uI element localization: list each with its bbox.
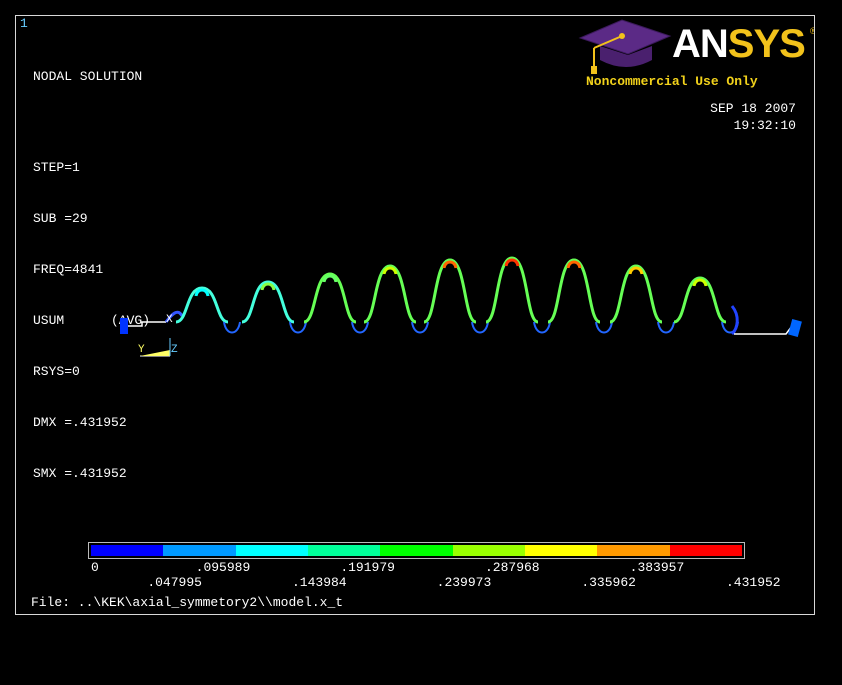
bellows-loop-9 — [673, 276, 727, 324]
legend-label-bottom-2: .143984 — [292, 575, 347, 590]
bellows-loop-peak-9 — [692, 278, 708, 287]
bellows-trough-8 — [657, 321, 675, 334]
bellows-loop-peak-6 — [504, 258, 520, 267]
axis-y-label: Y — [138, 344, 145, 356]
legend-label-bottom-3: .239973 — [436, 575, 492, 590]
legend-color-segment-7 — [524, 545, 598, 556]
bellows-loop-peak-8 — [628, 266, 644, 275]
graphics-window[interactable]: 1 NODAL SOLUTION STEP=1 SUB =29 FREQ=484… — [15, 15, 815, 615]
bellows-loop-peak-2 — [260, 282, 276, 291]
legend-label-bottom-5: .431952 — [726, 575, 781, 590]
bellows-loop-1 — [175, 286, 229, 324]
legend-color-segment-4 — [307, 545, 381, 556]
bellows-loops — [175, 256, 739, 334]
bellows-loop-peak-7 — [566, 260, 582, 269]
legend-color-segment-9 — [669, 545, 742, 556]
contour-legend-bar — [88, 542, 745, 559]
left-end-fixture — [120, 318, 128, 334]
bellows-loop-peak-4 — [382, 266, 398, 275]
model-file-path: File: ..\KEK\axial_symmetory2\\model.x_t — [31, 595, 344, 610]
bellows-loop-5 — [423, 258, 477, 324]
legend-label-bottom-1: .047995 — [147, 575, 202, 590]
axis-z-label: Z — [171, 344, 178, 356]
legend-label-top-3: .191979 — [340, 560, 395, 575]
bellows-loop-2 — [241, 280, 295, 324]
bellows-loop-peak-5 — [442, 260, 458, 269]
bellows-loop-8 — [609, 264, 663, 324]
right-end-fixture — [788, 318, 802, 338]
axis-x-label: X — [166, 314, 173, 326]
bellows-loop-4 — [363, 264, 417, 324]
legend-label-bottom-4: .335962 — [581, 575, 636, 590]
legend-label-top-2: .095989 — [195, 560, 251, 575]
legend-label-top-1: 0 — [91, 560, 99, 575]
bellows-trough-6 — [533, 321, 551, 334]
bellows-trough-4 — [411, 321, 429, 334]
legend-label-top-5: .383957 — [629, 560, 685, 575]
legend-color-segment-3 — [235, 545, 308, 556]
bellows-trough-3 — [351, 321, 369, 334]
bellows-loop-peak-1 — [194, 288, 210, 297]
legend-color-segment-2 — [163, 545, 236, 556]
legend-color-segment-6 — [452, 545, 525, 556]
bellows-loop-6 — [485, 256, 539, 324]
bellows-loop-peak-3 — [322, 274, 338, 283]
legend-color-segment-8 — [597, 545, 670, 556]
bellows-loop-3 — [303, 272, 357, 324]
axis-triad: Y Z X — [138, 314, 178, 357]
bellows-loop-7 — [547, 258, 601, 324]
bellows-trough-5 — [471, 321, 489, 334]
bellows-trough-7 — [595, 321, 613, 334]
legend-color-segment-1 — [91, 545, 164, 556]
bellows-trough-2 — [289, 321, 307, 334]
legend-label-top-4: .287968 — [485, 560, 540, 575]
bellows-trough-1 — [223, 321, 241, 334]
legend-color-segment-5 — [380, 545, 453, 556]
